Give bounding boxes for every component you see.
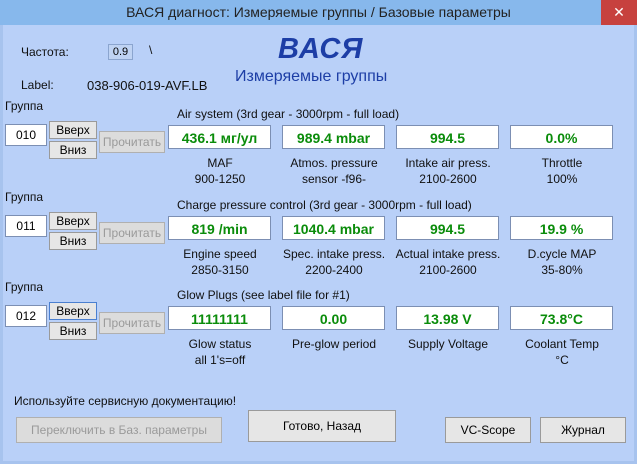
- label-file-name: 038-906-019-AVF.LB: [87, 78, 208, 93]
- frequency-value: 0.9: [108, 44, 133, 60]
- value-range-1: 900-1250: [194, 172, 246, 186]
- value-range-2: 2200-2400: [305, 263, 363, 277]
- group-read-button[interactable]: Прочитать: [99, 312, 165, 334]
- app-logo-title: ВАСЯ: [278, 33, 364, 65]
- measured-value-4: 19.9 %: [510, 216, 613, 240]
- close-icon[interactable]: ✕: [601, 0, 637, 25]
- frequency-indicator: \: [149, 43, 153, 57]
- value-caption-3: Intake air press.: [405, 156, 491, 170]
- value-range-2: sensor -f96-: [301, 172, 367, 186]
- measured-value-2: 0.00: [282, 306, 385, 330]
- value-range-1: 2850-3150: [191, 263, 249, 277]
- measured-value-3: 994.5: [396, 216, 499, 240]
- group-label: Группа: [5, 99, 44, 113]
- group-read-button[interactable]: Прочитать: [99, 222, 165, 244]
- measured-value-1: 819 /min: [168, 216, 271, 240]
- value-caption-4: Coolant Temp: [525, 337, 599, 351]
- mode-title: Измеряемые группы: [235, 68, 388, 85]
- value-range-1: all 1's=off: [194, 353, 246, 367]
- value-range-4: °C: [555, 353, 569, 367]
- group-number-input[interactable]: 011: [5, 215, 47, 237]
- group-label: Группа: [5, 280, 44, 294]
- measured-value-4: 0.0%: [510, 125, 613, 149]
- frequency-label: Частота:: [21, 45, 69, 59]
- value-caption-4: D.cycle MAP: [527, 247, 597, 261]
- measured-value-1: 11111111: [168, 306, 271, 330]
- value-range-3: 2100-2600: [419, 172, 477, 186]
- group-down-button[interactable]: Вниз: [49, 141, 97, 159]
- value-caption-1: Engine speed: [183, 247, 257, 261]
- vc-scope-button[interactable]: VC-Scope: [445, 417, 531, 443]
- measured-value-3: 13.98 V: [396, 306, 499, 330]
- value-caption-2: Spec. intake press.: [282, 247, 386, 261]
- value-caption-2: Atmos. pressure: [290, 156, 378, 170]
- group-up-button[interactable]: Вверх: [49, 121, 97, 139]
- group-up-button[interactable]: Вверх: [49, 302, 97, 320]
- switch-basic-settings-button[interactable]: Переключить в Баз. параметры: [16, 417, 222, 443]
- done-back-button[interactable]: Готово, Назад: [248, 410, 396, 442]
- value-range-4: 100%: [546, 172, 578, 186]
- group-up-button[interactable]: Вверх: [49, 212, 97, 230]
- value-caption-1: Glow status: [188, 337, 252, 351]
- window-title: ВАСЯ диагност: Измеряемые группы / Базов…: [126, 4, 511, 20]
- group-title: Air system (3rd gear - 3000rpm - full lo…: [177, 107, 400, 121]
- group-down-button[interactable]: Вниз: [49, 232, 97, 250]
- value-range-3: 2100-2600: [419, 263, 477, 277]
- measured-value-1: 436.1 мг/ул: [168, 125, 271, 149]
- main-panel: Частота: 0.9 \ Label: 038-906-019-AVF.LB…: [3, 25, 634, 461]
- group-label: Группа: [5, 190, 44, 204]
- group-number-input[interactable]: 012: [5, 305, 47, 327]
- service-doc-note: Используйте сервисную документацию!: [14, 394, 237, 408]
- measured-value-2: 989.4 mbar: [282, 125, 385, 149]
- value-caption-3: Supply Voltage: [407, 337, 489, 351]
- window-titlebar: ВАСЯ диагност: Измеряемые группы / Базов…: [0, 0, 637, 25]
- group-title: Charge pressure control (3rd gear - 3000…: [177, 198, 472, 212]
- measured-value-4: 73.8°C: [510, 306, 613, 330]
- group-number-input[interactable]: 010: [5, 124, 47, 146]
- value-caption-3: Actual intake press.: [395, 247, 501, 261]
- measured-value-3: 994.5: [396, 125, 499, 149]
- group-down-button[interactable]: Вниз: [49, 322, 97, 340]
- value-caption-4: Throttle: [541, 156, 583, 170]
- value-range-4: 35-80%: [541, 263, 583, 277]
- group-title: Glow Plugs (see label file for #1): [177, 288, 350, 302]
- group-read-button[interactable]: Прочитать: [99, 131, 165, 153]
- measured-value-2: 1040.4 mbar: [282, 216, 385, 240]
- log-button[interactable]: Журнал: [540, 417, 626, 443]
- label-caption: Label:: [21, 78, 54, 92]
- value-caption-2: Pre-glow period: [291, 337, 377, 351]
- value-caption-1: MAF: [207, 156, 233, 170]
